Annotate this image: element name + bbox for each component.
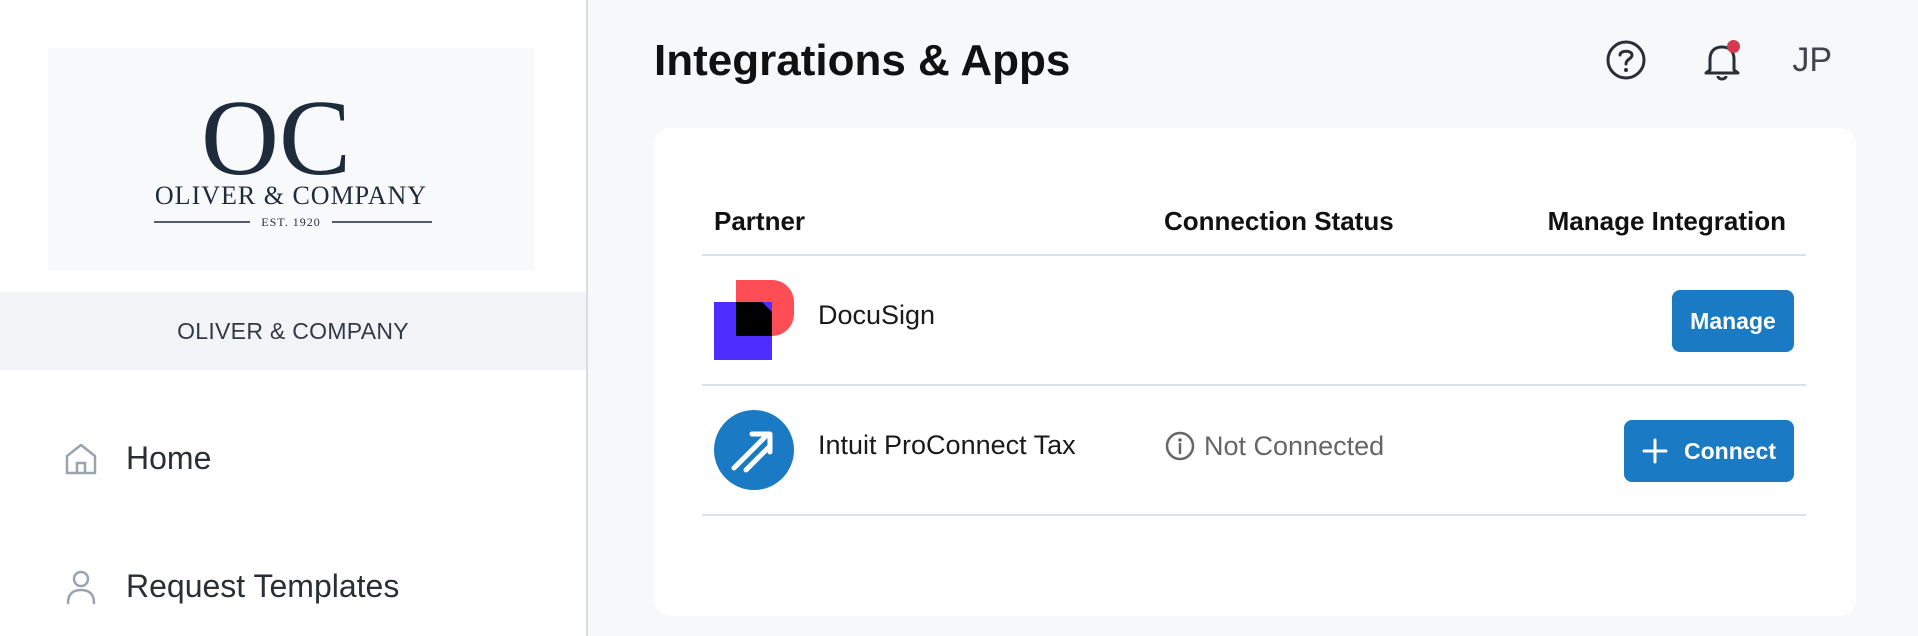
column-header-manage-integration: Manage Integration — [1547, 206, 1786, 236]
integrations-card: Partner Connection Status Manage Integra… — [654, 128, 1856, 616]
column-header-connection-status: Connection Status — [1164, 206, 1394, 236]
home-icon — [65, 443, 97, 475]
table-header: Partner Connection Status Manage Integra… — [702, 198, 1806, 256]
info-icon — [1165, 431, 1195, 461]
nav-item-label: Home — [126, 439, 212, 476]
help-circle-icon — [1606, 40, 1646, 80]
manage-button[interactable]: Manage — [1672, 290, 1794, 352]
page-title: Integrations & Apps — [654, 36, 1071, 85]
connect-button[interactable]: Connect — [1624, 420, 1794, 482]
connection-status-text: Not Connected — [1204, 430, 1385, 461]
integrations-table: Partner Connection Status Manage Integra… — [702, 198, 1806, 516]
plus-icon — [1642, 438, 1668, 464]
sidebar: OC OLIVER & COMPANY EST. 1920 OLIVER & C… — [0, 0, 588, 636]
nav-item-home[interactable]: Home — [60, 428, 211, 488]
docusign-logo — [714, 280, 794, 360]
logo-wordmark: OLIVER & COMPANY — [155, 181, 427, 210]
organization-name: OLIVER & COMPANY — [0, 292, 586, 370]
avatar[interactable]: JP — [1792, 41, 1832, 80]
connect-button-label: Connect — [1684, 437, 1776, 464]
nav-item-request-templates[interactable]: Request Templates — [60, 556, 399, 616]
connection-status: Not Connected — [1164, 430, 1384, 462]
intuit-proconnect-logo — [714, 410, 794, 490]
company-logo: OC OLIVER & COMPANY EST. 1920 — [48, 48, 534, 270]
help-button[interactable] — [1602, 36, 1650, 84]
partner-name: DocuSign — [818, 300, 936, 330]
partner-name: Intuit ProConnect Tax — [818, 430, 1076, 460]
header-actions: JP — [1554, 36, 1832, 84]
column-header-partner: Partner — [714, 206, 806, 236]
user-icon — [66, 570, 96, 605]
table-row: DocuSign Manage — [702, 256, 1806, 386]
notifications-button[interactable] — [1698, 36, 1746, 84]
nav-item-label: Request Templates — [126, 567, 400, 604]
logo-tagline: EST. 1920 — [261, 215, 320, 229]
table-row: Intuit ProConnect Tax Not Connected Conn… — [702, 386, 1806, 516]
